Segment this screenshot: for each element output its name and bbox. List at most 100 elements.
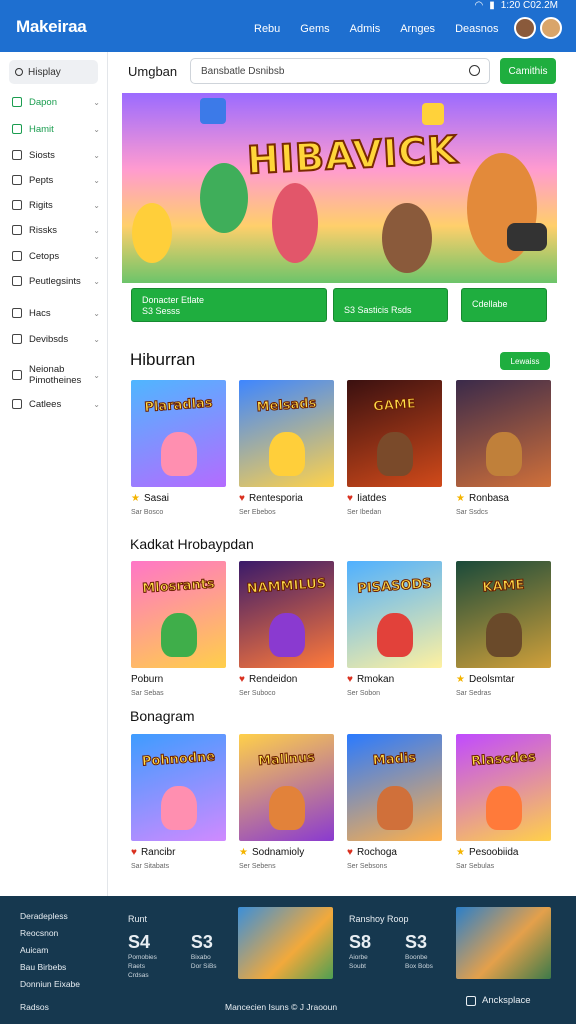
chevron-down-icon[interactable]: ⌄: [93, 226, 100, 235]
game-thumbnail-title: Rlascdes: [470, 749, 537, 770]
game-name-row: ♥ Rancibr: [131, 847, 226, 858]
chevron-down-icon[interactable]: ⌄: [93, 335, 100, 344]
sidebar-item-label: Hacs: [29, 307, 51, 319]
game-card[interactable]: Mallnus ★ Sodnamioly Ser Sebens: [239, 734, 334, 870]
character-figure: [486, 432, 522, 476]
chevron-down-icon[interactable]: ⌄: [93, 98, 100, 107]
game-thumbnail[interactable]: Rlascdes: [456, 734, 551, 841]
footer-link[interactable]: Deradepless: [20, 908, 80, 925]
sidebar-item-icon: [12, 276, 22, 286]
nav-item-2[interactable]: Gems: [300, 23, 329, 35]
nav-item-1[interactable]: Rebu: [254, 23, 280, 35]
game-thumbnail-title: Mallnus: [257, 750, 316, 770]
footer-marketplace-link[interactable]: Ancksplace: [466, 995, 531, 1006]
sidebar-item[interactable]: Cetops ⌄: [12, 246, 102, 266]
game-thumbnail[interactable]: Pohnodne: [131, 734, 226, 841]
character-figure: [486, 613, 522, 657]
game-card[interactable]: ★ Ronbasa Sar Ssdcs: [456, 380, 551, 516]
search-value: Bansbatle Dsnibsb: [201, 65, 285, 77]
chevron-down-icon[interactable]: ⌄: [93, 371, 100, 380]
game-card[interactable]: NAMMILUS ♥ Rendeidon Ser Suboco: [239, 561, 334, 697]
sidebar-search[interactable]: Hisplay: [9, 60, 98, 84]
game-card[interactable]: Mlosrants Poburn Sar Sebas: [131, 561, 226, 697]
avatar[interactable]: [540, 17, 562, 39]
game-name-row: ★ Deolsmtar: [456, 674, 551, 685]
sidebar-item-label: Catlees: [29, 398, 62, 410]
sidebar-item[interactable]: Siosts ⌄: [12, 145, 102, 165]
sidebar-item[interactable]: Neionab Pimotheines ⌄: [12, 362, 102, 388]
checkbox-icon: [466, 995, 476, 1006]
game-card[interactable]: Melsads ♥ Rentesporia Ser Ebebos: [239, 380, 334, 516]
game-card[interactable]: Pohnodne ♥ Rancibr Sar Sitabats: [131, 734, 226, 870]
sidebar-item[interactable]: Pepts ⌄: [12, 170, 102, 190]
footer-promo-image[interactable]: [456, 907, 551, 979]
sidebar-item[interactable]: Catlees ⌄: [12, 394, 102, 414]
heart-icon: ♥: [347, 674, 353, 685]
sidebar-item[interactable]: Rigits ⌄: [12, 195, 102, 215]
game-thumbnail[interactable]: [456, 380, 551, 487]
sidebar-item-label: Siosts: [29, 149, 55, 161]
game-thumbnail[interactable]: KAME: [456, 561, 551, 668]
sidebar-item[interactable]: Hamit ⌄: [12, 119, 102, 139]
game-card[interactable]: Rlascdes ★ Pesoobiida Sar Sebulas: [456, 734, 551, 870]
brand-logo[interactable]: Makeiraa: [16, 17, 87, 37]
search-input[interactable]: Bansbatle Dsnibsb: [190, 58, 490, 84]
chevron-down-icon[interactable]: ⌄: [93, 125, 100, 134]
sidebar-item[interactable]: Peutlegsints ⌄: [12, 271, 102, 291]
game-thumbnail[interactable]: PISASODS: [347, 561, 442, 668]
nav-item-3[interactable]: Admis: [350, 23, 381, 35]
heart-icon: ♥: [347, 847, 353, 858]
game-thumbnail[interactable]: Madis: [347, 734, 442, 841]
footer-link[interactable]: Radsos: [20, 999, 80, 1016]
chevron-down-icon[interactable]: ⌄: [93, 201, 100, 210]
game-card[interactable]: GAME ♥ Iiatdes Ser Ibedan: [347, 380, 442, 516]
game-thumbnail[interactable]: Melsads: [239, 380, 334, 487]
dice-icon: [422, 103, 444, 125]
game-card[interactable]: KAME ★ Deolsmtar Sar Sedras: [456, 561, 551, 697]
cta-button[interactable]: Camithis: [500, 58, 556, 84]
section-view-all-button[interactable]: Lewaiss: [500, 352, 550, 370]
chevron-down-icon[interactable]: ⌄: [93, 176, 100, 185]
footer-promo-image[interactable]: [238, 907, 333, 979]
sidebar-item[interactable]: Hacs ⌄: [12, 303, 102, 323]
hero-button-3[interactable]: Cdellabe: [461, 288, 547, 322]
game-card[interactable]: Plaradlas ★ Sasai Sar Bosco: [131, 380, 226, 516]
game-name: Deolsmtar: [468, 674, 515, 685]
footer-link[interactable]: Reocsnon: [20, 925, 80, 942]
game-card[interactable]: PISASODS ♥ Rmokan Ser Sobon: [347, 561, 442, 697]
avatar[interactable]: [514, 17, 536, 39]
sidebar-item-icon: [12, 251, 22, 261]
game-subtitle: Sar Sebulas: [456, 863, 495, 870]
chevron-down-icon[interactable]: ⌄: [93, 277, 100, 286]
sidebar-item[interactable]: Dapon ⌄: [12, 92, 102, 112]
chevron-down-icon[interactable]: ⌄: [93, 400, 100, 409]
hero-banner[interactable]: HIBAVICK: [122, 93, 557, 283]
footer-link[interactable]: Donniun Eixabe: [20, 976, 80, 993]
sidebar-item[interactable]: Rissks ⌄: [12, 220, 102, 240]
search-icon[interactable]: [469, 65, 480, 76]
chevron-down-icon[interactable]: ⌄: [93, 309, 100, 318]
chevron-down-icon[interactable]: ⌄: [93, 151, 100, 160]
chevron-down-icon[interactable]: ⌄: [93, 252, 100, 261]
game-thumbnail[interactable]: NAMMILUS: [239, 561, 334, 668]
game-card[interactable]: Madis ♥ Rochoga Ser Sebsons: [347, 734, 442, 870]
sidebar-item-icon: [12, 399, 22, 409]
game-thumbnail[interactable]: Mlosrants: [131, 561, 226, 668]
hero-button-1[interactable]: Donacter Etlate S3 Sesss: [131, 288, 327, 322]
game-thumbnail[interactable]: Plaradlas: [131, 380, 226, 487]
footer-stat-value: S3: [190, 932, 213, 952]
sidebar-item[interactable]: Devibsds ⌄: [12, 329, 102, 349]
nav-item-5[interactable]: Deasnos: [455, 23, 498, 35]
section-title: Hiburran: [130, 350, 196, 369]
game-thumbnail[interactable]: Mallnus: [239, 734, 334, 841]
footer-link[interactable]: Auicam: [20, 942, 80, 959]
game-thumbnail[interactable]: GAME: [347, 380, 442, 487]
footer-link[interactable]: Bau Birbebs: [20, 959, 80, 976]
nav-item-4[interactable]: Arnges: [400, 23, 435, 35]
sidebar-item-label: Peutlegsints: [29, 275, 81, 287]
hero-button-2[interactable]: S3 Sasticis Rsds: [333, 288, 448, 322]
section-title: Kadkat Hrobaypdan: [130, 536, 254, 552]
status-bar: ◠ ▮ 1:20 C02.2M: [474, 0, 558, 11]
game-subtitle: Ser Ibedan: [347, 509, 382, 516]
game-name-row: ★ Ronbasa: [456, 493, 551, 504]
